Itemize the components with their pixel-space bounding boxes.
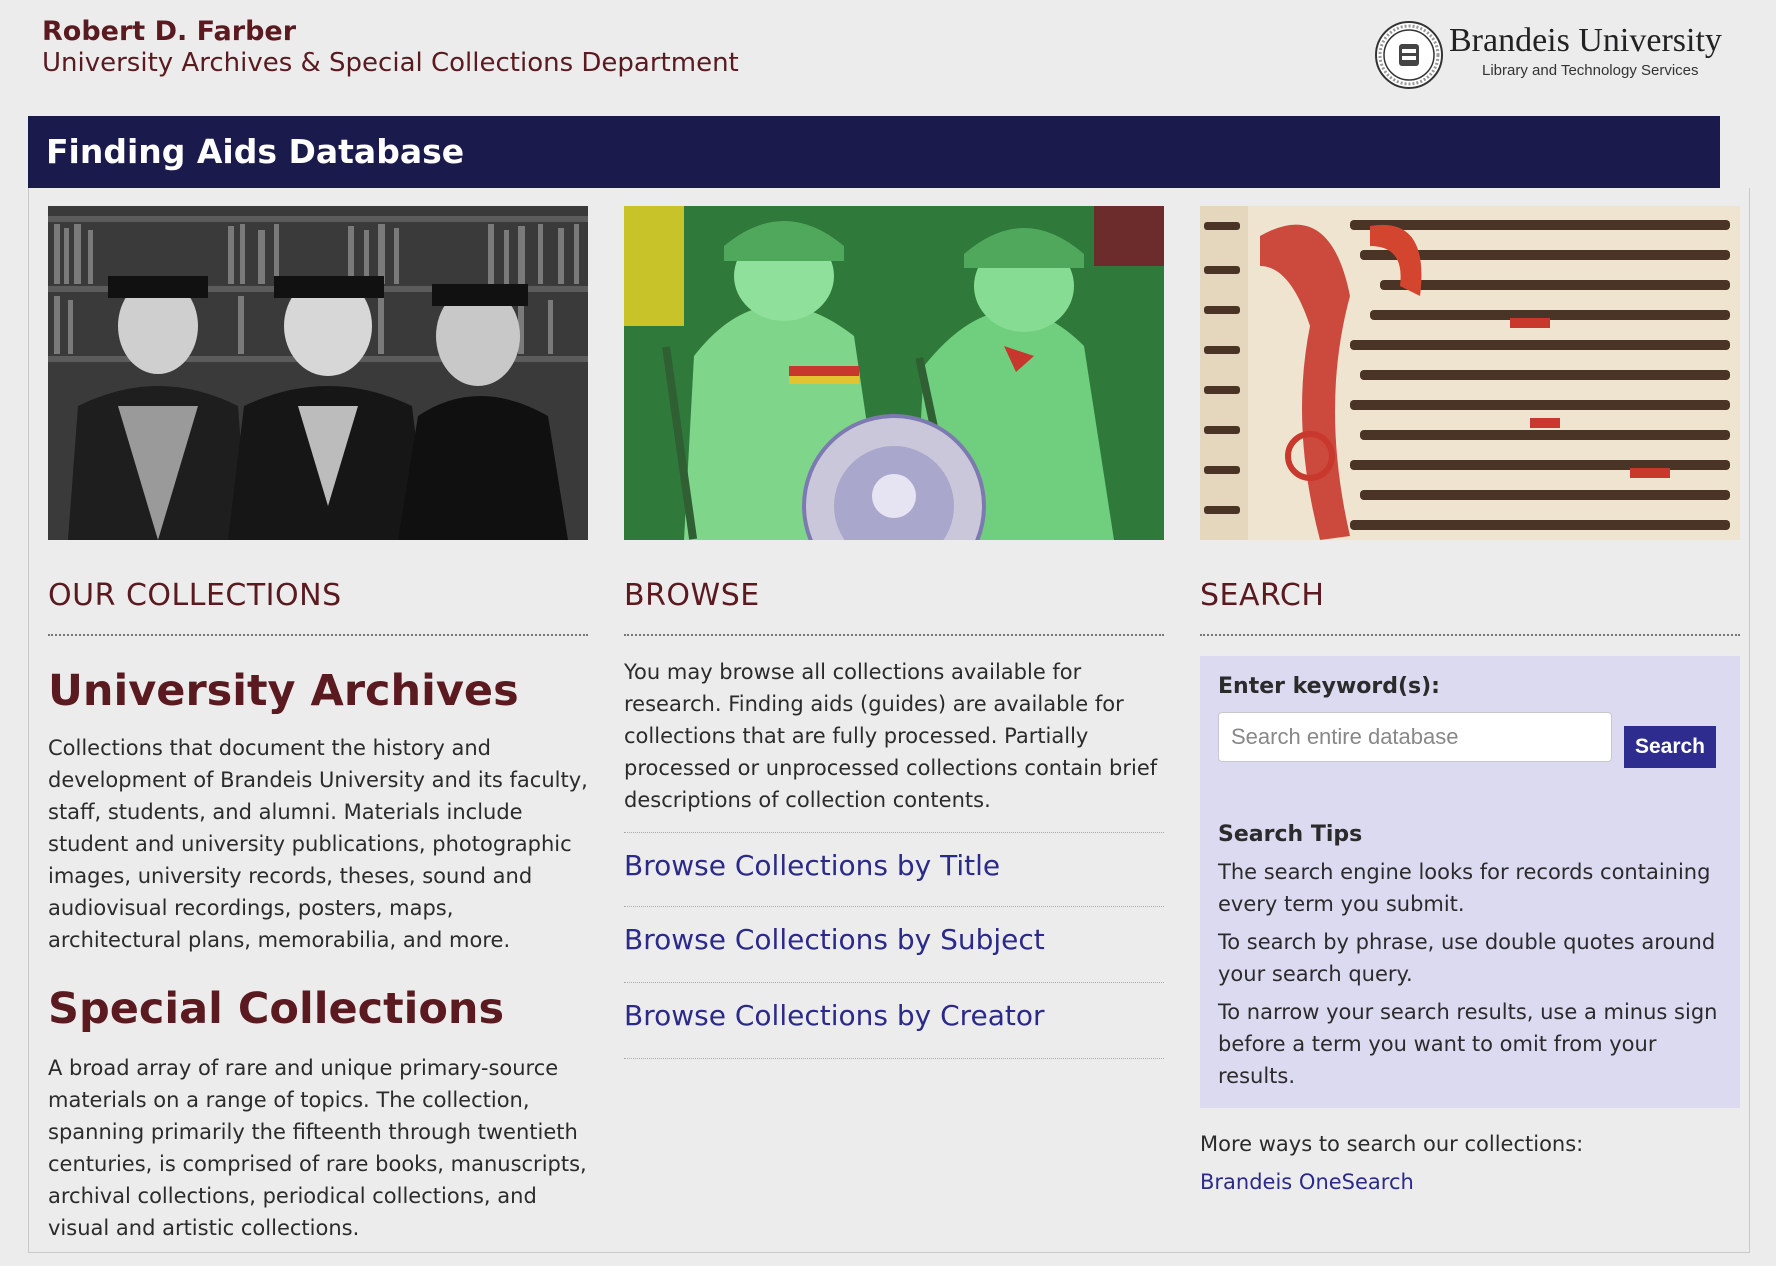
collections-heading: OUR COLLECTIONS [48, 578, 342, 613]
search-tip: To search by phrase, use double quotes a… [1218, 930, 1716, 986]
search-column: SEARCH Enter keyword(s): Search Search T… [1200, 206, 1740, 1194]
brand-subtitle: Library and Technology Services [1482, 62, 1699, 79]
search-input[interactable] [1218, 712, 1612, 762]
commencement-photo [48, 206, 588, 540]
university-seal-icon [1375, 21, 1443, 89]
search-heading: SEARCH [1200, 578, 1325, 613]
browse-by-creator-link[interactable]: Browse Collections by Creator [624, 999, 1045, 1032]
brigades-poster-photo [624, 206, 1164, 540]
browse-heading: BROWSE [624, 578, 760, 613]
search-tip: To narrow your search results, use a min… [1218, 1000, 1718, 1088]
manuscript-photo [1200, 206, 1740, 540]
divider [1200, 634, 1740, 636]
browse-by-subject-link[interactable]: Browse Collections by Subject [624, 923, 1045, 956]
department-head-name: Robert D. Farber [42, 16, 297, 47]
brand-name: Brandeis University [1449, 22, 1722, 59]
department-name: University Archives & Special Collection… [42, 48, 739, 78]
page-title: Finding Aids Database [46, 132, 465, 171]
browse-column: BROWSE You may browse all collections av… [624, 206, 1164, 1059]
special-collections-description: A broad array of rare and unique primary… [48, 1056, 587, 1240]
collections-column: OUR COLLECTIONS University Archives Coll… [48, 206, 588, 1240]
divider [48, 634, 588, 636]
browse-link-item: Browse Collections by Subject [624, 906, 1164, 981]
search-tip: The search engine looks for records cont… [1218, 860, 1711, 916]
brandeis-logo[interactable]: Brandeis University Library and Technolo… [1374, 20, 1724, 90]
divider [624, 1058, 1164, 1059]
browse-link-item: Browse Collections by Title [624, 832, 1164, 907]
special-collections-title[interactable]: Special Collections [48, 984, 504, 1034]
university-archives-title[interactable]: University Archives [48, 666, 519, 716]
browse-description: You may browse all collections available… [624, 660, 1158, 812]
more-ways-text: More ways to search our collections: [1200, 1132, 1584, 1156]
browse-by-title-link[interactable]: Browse Collections by Title [624, 849, 1000, 882]
search-tips-heading: Search Tips [1218, 822, 1363, 847]
onesearch-link[interactable]: Brandeis OneSearch [1200, 1170, 1414, 1194]
search-panel: Enter keyword(s): Search Search Tips The… [1200, 656, 1740, 1108]
university-archives-description: Collections that document the history an… [48, 736, 588, 952]
browse-link-item: Browse Collections by Creator [624, 982, 1164, 1057]
page-banner: Finding Aids Database [28, 116, 1720, 188]
keyword-label: Enter keyword(s): [1218, 674, 1440, 699]
search-button[interactable]: Search [1624, 726, 1716, 768]
divider [624, 634, 1164, 636]
